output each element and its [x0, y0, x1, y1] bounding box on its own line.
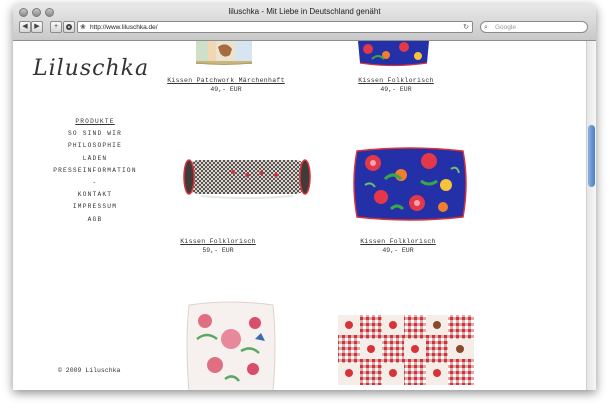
- web-page: Liluschka PRODUKTE SO SIND WIR PHILOSOPH…: [13, 41, 586, 390]
- search-field[interactable]: ⌕ Google: [480, 21, 588, 33]
- browser-window: liluschka - Mit Liebe in Deutschland gen…: [13, 4, 596, 390]
- product-price: 49,- EUR: [382, 247, 414, 254]
- site-navigation: PRODUKTE SO SIND WIR PHILOSOPHIE LÄDEN P…: [35, 116, 155, 226]
- product-name-link[interactable]: Kissen Folklorisch: [313, 238, 483, 245]
- forward-button[interactable]: ▶: [31, 21, 43, 33]
- product-card: Kissen Folklorisch 59,- EUR: [133, 238, 303, 254]
- url-text: http://www.liluschka.de/: [90, 24, 158, 31]
- product-name-link[interactable]: Kissen Folklorisch: [133, 238, 303, 245]
- add-bookmark-button[interactable]: +: [50, 21, 62, 33]
- nav-item-philosophie[interactable]: PHILOSOPHIE: [35, 140, 155, 152]
- product-name-link[interactable]: Kissen Folklorisch: [311, 77, 481, 84]
- product-price: 59,- EUR: [202, 247, 234, 254]
- product-image-blue-floral-pillow[interactable]: [356, 41, 431, 67]
- site-logo[interactable]: Liluschka: [33, 56, 149, 81]
- nav-item-agb[interactable]: AGB: [35, 214, 155, 226]
- product-image-gingham-patchwork-pillow[interactable]: [336, 311, 476, 390]
- flower-favicon-icon: [66, 24, 72, 30]
- window-title: liluschka - Mit Liebe in Deutschland gen…: [228, 7, 381, 16]
- search-placeholder: Google: [495, 24, 516, 31]
- product-image-patchwork-pillow[interactable]: [196, 41, 252, 65]
- product-name-link[interactable]: Kissen Patchwork Märchenhaft: [141, 77, 311, 84]
- nav-item-laeden[interactable]: LÄDEN: [35, 153, 155, 165]
- nav-item-presseinformation[interactable]: PRESSEINFORMATION: [35, 165, 155, 177]
- nav-item-produkte[interactable]: PRODUKTE: [35, 116, 155, 128]
- product-price: 49,- EUR: [380, 86, 412, 93]
- search-icon: ⌕: [484, 24, 488, 31]
- product-image-blue-floral-pillow[interactable]: [351, 145, 469, 225]
- vertical-scrollbar[interactable]: [586, 41, 596, 390]
- site-icon-button[interactable]: [63, 21, 75, 33]
- back-button[interactable]: ◀: [19, 21, 31, 33]
- copyright-footer: © 2009 Liluschka: [58, 367, 121, 374]
- nav-separator: -: [92, 178, 98, 186]
- title-bar: liluschka - Mit Liebe in Deutschland gen…: [13, 4, 596, 41]
- address-bar[interactable]: ❀ http://www.liluschka.de/ ↻: [77, 21, 473, 33]
- nav-item-kontakt[interactable]: KONTAKT: [35, 189, 155, 201]
- product-price: 49,- EUR: [210, 86, 242, 93]
- product-image-houndstooth-bolster[interactable]: [181, 158, 313, 200]
- nav-item-impressum[interactable]: IMPRESSUM: [35, 201, 155, 213]
- scrollbar-thumb[interactable]: [588, 125, 595, 187]
- product-card: Kissen Folklorisch 49,- EUR: [311, 77, 481, 93]
- nav-item-so-sind-wir[interactable]: SO SIND WIR: [35, 128, 155, 140]
- product-card: Kissen Folklorisch 49,- EUR: [313, 238, 483, 254]
- reload-icon[interactable]: ↻: [463, 23, 469, 32]
- product-card: Kissen Patchwork Märchenhaft 49,- EUR: [141, 77, 311, 93]
- page-icon: ❀: [80, 24, 86, 31]
- product-image-white-floral-pillow[interactable]: [185, 299, 277, 390]
